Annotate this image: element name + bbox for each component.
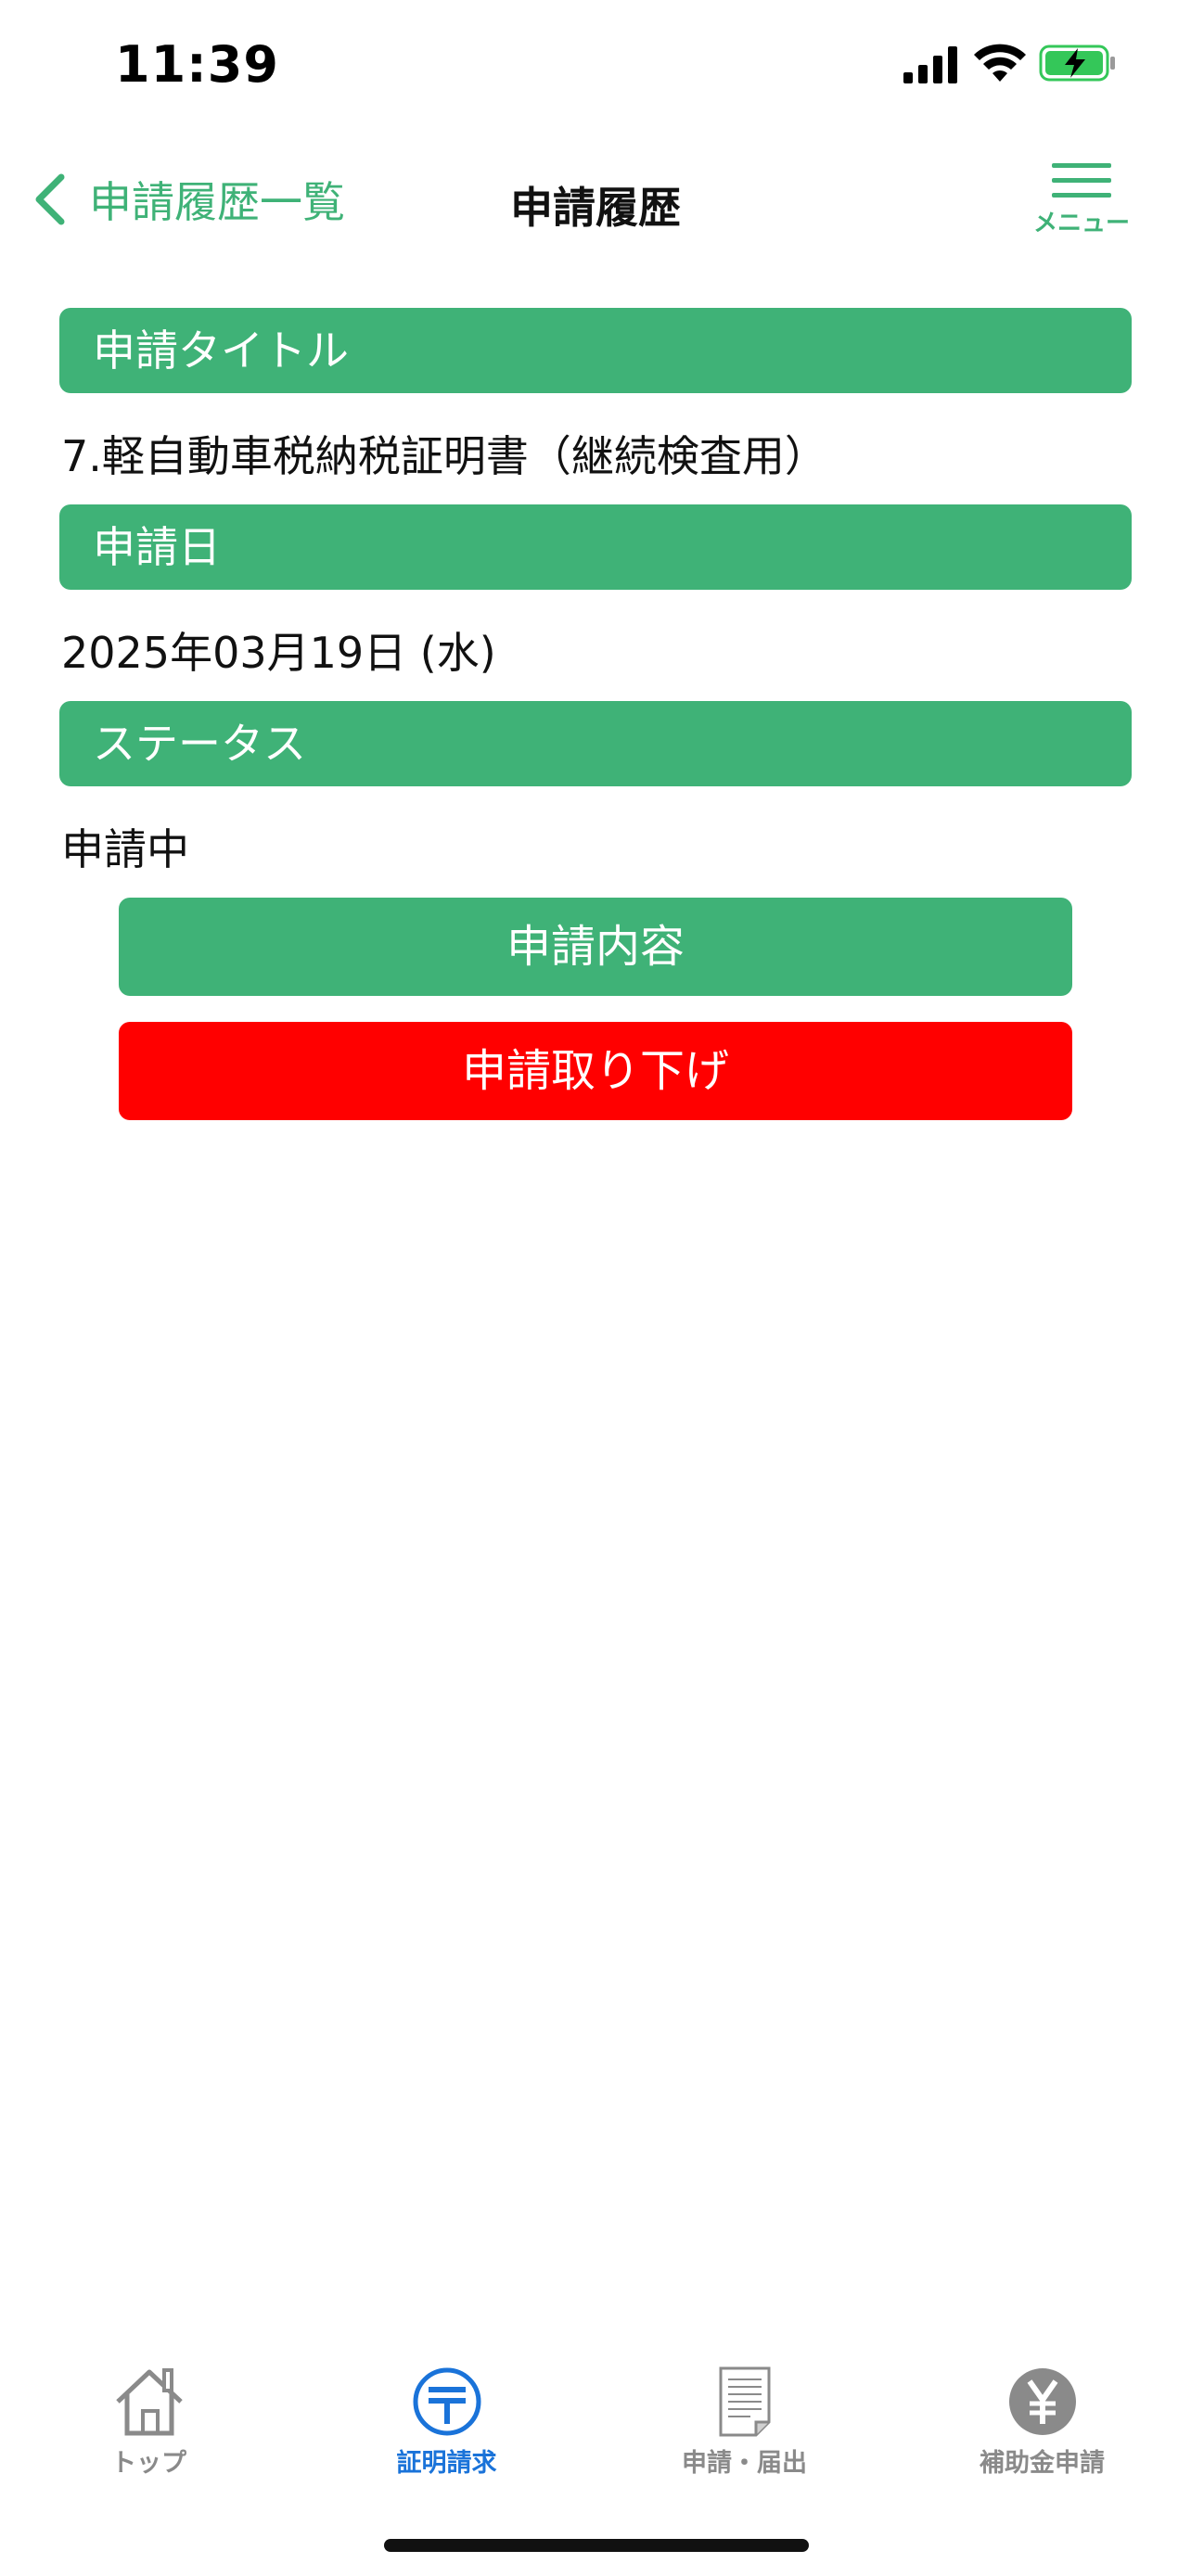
page-title: 申請履歴 xyxy=(510,183,681,233)
wifi-icon xyxy=(974,44,1026,82)
yen-coin-icon xyxy=(1008,2368,1076,2435)
menu-button[interactable]: メニュー xyxy=(1026,156,1137,249)
status-value: 申請中 xyxy=(61,824,189,874)
cellular-signal-icon xyxy=(903,46,957,83)
document-icon xyxy=(719,2366,770,2437)
application-date-header: 申請日 xyxy=(59,504,1132,590)
tab-subsidy-application[interactable]: 補助金申請 xyxy=(893,2346,1191,2485)
tab-certificate-request-label: 証明請求 xyxy=(396,2449,497,2478)
application-date-value: 2025年03月19日 (水) xyxy=(61,628,496,678)
status-time: 11:39 xyxy=(115,35,279,94)
tab-top-label: トップ xyxy=(111,2449,186,2478)
tab-bar: トップ 証明請求 申請・届出 補助金申請 xyxy=(0,2346,1191,2494)
tab-application-notification[interactable]: 申請・届出 xyxy=(596,2346,893,2485)
navigation-bar: 申請履歴一覧 申請履歴 メニュー xyxy=(0,148,1191,260)
tab-top[interactable]: トップ xyxy=(0,2346,298,2485)
menu-button-label: メニュー xyxy=(1032,210,1130,237)
battery-charging-icon xyxy=(1039,45,1115,82)
postal-mark-icon xyxy=(413,2367,480,2436)
application-title-value: 7.軽自動車税納税証明書（継続検査用） xyxy=(61,431,827,481)
application-title-header: 申請タイトル xyxy=(59,308,1132,393)
hamburger-menu-icon xyxy=(1052,163,1111,198)
status-header: ステータス xyxy=(59,701,1132,786)
app-screen: 11:39 申請履歴一覧 申請履歴 メニュー 申請タイトル 7.軽自動車税納税証… xyxy=(0,0,1191,2576)
withdraw-application-button[interactable]: 申請取り下げ xyxy=(119,1022,1072,1120)
house-icon xyxy=(115,2368,183,2436)
status-bar: 11:39 xyxy=(0,0,1191,121)
tab-application-notification-label: 申請・届出 xyxy=(682,2449,807,2478)
tab-certificate-request[interactable]: 証明請求 xyxy=(298,2346,596,2485)
tab-subsidy-application-label: 補助金申請 xyxy=(980,2449,1105,2478)
home-indicator xyxy=(384,2539,809,2552)
view-application-content-button[interactable]: 申請内容 xyxy=(119,898,1072,996)
